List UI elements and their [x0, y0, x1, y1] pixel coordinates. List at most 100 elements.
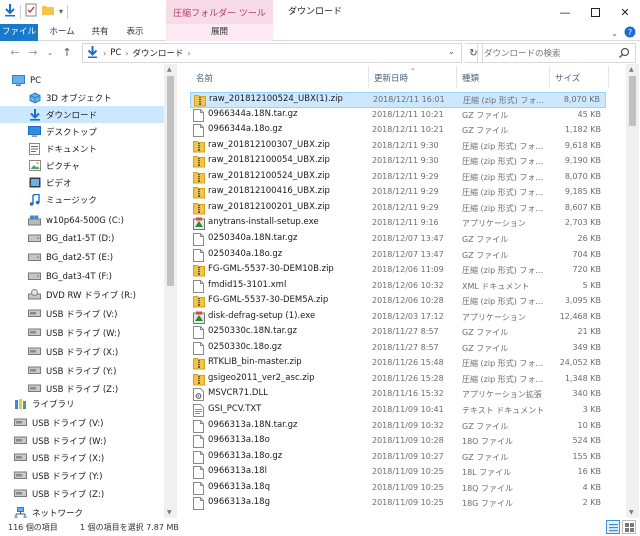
nav-item[interactable]: USB ドライブ (V:) — [0, 414, 164, 431]
file-row[interactable]: GSI_PCV.TXT 2018/11/09 10:41 テキスト ドキュメント 3 … — [190, 403, 606, 419]
nav-item[interactable]: ダウンロード — [0, 106, 164, 123]
nav-item[interactable]: USB ドライブ (V:) — [0, 305, 164, 322]
file-row[interactable]: 0250340a.18o.gz 2018/12/07 13:47 GZ ファイル 70… — [190, 248, 606, 264]
forward-arrow-icon[interactable]: → — [26, 45, 40, 61]
file-date: 2018/12/11 9:16 — [372, 218, 439, 228]
nav-item[interactable]: USB ドライブ (W:) — [0, 432, 164, 449]
nav-item[interactable]: USB ドライブ (Y:) — [0, 467, 164, 484]
breadcrumb-downloads[interactable]: ダウンロード — [132, 47, 183, 59]
file-row[interactable]: raw_201812100524_UBX(1).zip 2018/12/11 16… — [190, 92, 606, 108]
nav-item[interactable]: BG_dat2-5T (E:) — [0, 249, 164, 266]
nav-item[interactable]: ミュージック — [0, 191, 164, 208]
tab-file[interactable]: ファイル — [0, 24, 38, 41]
file-row[interactable]: FG-GML-5537-30-DEM10B.zip 2018/12/06 11:0… — [190, 263, 606, 279]
tab-view[interactable]: 表示 — [120, 24, 150, 41]
new-folder-icon[interactable] — [41, 4, 55, 19]
nav-item[interactable]: w10p64-500G (C:) — [0, 212, 164, 229]
column-header-name[interactable]: 名前 — [196, 72, 213, 84]
properties-icon[interactable] — [25, 3, 37, 20]
nav-item[interactable]: BG_dat3-4T (F:) — [0, 268, 164, 285]
large-icons-view-icon[interactable] — [622, 520, 636, 534]
navigation-scrollbar[interactable]: ▲ ▼ — [164, 64, 177, 518]
file-row[interactable]: 0966313a.18g 2018/11/09 10:25 18G ファイル 2 KB — [190, 496, 606, 512]
file-row[interactable]: 0250330c.18o.gz 2018/11/27 8:57 GZ ファイル 349… — [190, 341, 606, 357]
text-file-icon — [193, 404, 204, 417]
details-view-icon[interactable] — [606, 520, 620, 534]
file-type: テキスト ドキュメント — [462, 406, 545, 415]
compressed-folder-tools-tab[interactable]: 圧縮フォルダー ツール — [166, 0, 273, 24]
nav-item[interactable]: USB ドライブ (X:) — [0, 343, 164, 360]
column-header-size[interactable]: サイズ — [555, 72, 580, 84]
scroll-down-arrow-icon[interactable]: ▼ — [629, 509, 634, 516]
nav-item[interactable]: USB ドライブ (Y:) — [0, 362, 164, 379]
back-arrow-icon[interactable]: ← — [8, 45, 22, 61]
nav-item[interactable]: 3D オブジェクト — [0, 89, 164, 106]
tab-share[interactable]: 共有 — [86, 24, 114, 41]
breadcrumb-chevron-icon[interactable]: › — [125, 49, 128, 58]
file-row[interactable]: 0966313a.18N.tar.gz 2018/11/09 10:32 GZ ファ… — [190, 419, 606, 435]
minimize-icon[interactable]: — — [550, 0, 580, 24]
address-history-chevron-icon[interactable]: ⌄ — [448, 47, 455, 56]
quick-access-down-arrow-icon[interactable] — [4, 3, 16, 20]
address-bar[interactable]: › PC › ダウンロード › — [82, 43, 462, 63]
file-row[interactable]: 0966313a.18o.gz 2018/11/09 10:27 GZ ファイル 15… — [190, 450, 606, 466]
file-row[interactable]: MSVCR71.DLL 2018/11/16 15:32 アプリケーション拡張 340… — [190, 387, 606, 403]
nav-item[interactable]: USB ドライブ (W:) — [0, 324, 164, 341]
up-arrow-icon[interactable]: ↑ — [60, 45, 74, 61]
nav-item[interactable]: デスクトップ — [0, 123, 164, 140]
file-row[interactable]: 0250330c.18N.tar.gz 2018/11/27 8:57 GZ ファイ… — [190, 325, 606, 341]
scroll-down-arrow-icon[interactable]: ▼ — [167, 509, 172, 516]
file-row[interactable]: 0966313a.18o 2018/11/09 10:28 18O ファイル 524 … — [190, 434, 606, 450]
file-name: gsigeo2011_ver2_asc.zip — [208, 372, 315, 383]
nav-item[interactable]: ドキュメント — [0, 140, 164, 157]
file-row[interactable]: anytrans-install-setup.exe 2018/12/11 9:1… — [190, 216, 606, 232]
file-list-scrollbar[interactable]: ▲ ▼ — [626, 64, 639, 518]
breadcrumb-chevron-icon[interactable]: › — [187, 49, 190, 58]
customize-qat-chevron-icon[interactable]: ▾ — [59, 7, 63, 16]
file-row[interactable]: FG-GML-5537-30-DEM5A.zip 2018/12/06 10:28… — [190, 294, 606, 310]
file-row[interactable]: 0966344a.18N.tar.gz 2018/12/11 10:21 GZ ファ… — [190, 108, 606, 124]
file-row[interactable]: RTKLIB_bin-master.zip 2018/11/26 15:48 圧縮 … — [190, 356, 606, 372]
expand-ribbon-chevron-icon[interactable]: ⌄ — [611, 29, 618, 38]
file-row[interactable]: disk-defrag-setup (1).exe 2018/12/03 17:1… — [190, 310, 606, 326]
nav-item[interactable]: ネットワーク — [0, 504, 164, 518]
file-row[interactable]: raw_201812100054_UBX.zip 2018/12/11 9:30 圧… — [190, 154, 606, 170]
help-icon[interactable]: ? — [624, 26, 636, 41]
breadcrumb-pc[interactable]: PC — [110, 48, 121, 58]
navigation-scroll-thumb[interactable] — [167, 76, 174, 286]
scroll-up-arrow-icon[interactable]: ▲ — [167, 66, 172, 73]
column-header-date[interactable]: 更新日時 — [374, 72, 408, 84]
file-row[interactable]: raw_201812100524_UBX.zip 2018/12/11 9:29 圧… — [190, 170, 606, 186]
scroll-up-arrow-icon[interactable]: ▲ — [629, 66, 634, 73]
nav-item[interactable]: ピクチャ — [0, 157, 164, 174]
column-header-type[interactable]: 種類 — [462, 72, 479, 84]
nav-item[interactable]: DVD RW ドライブ (R:) — [0, 286, 164, 303]
file-row[interactable]: 0250340a.18N.tar.gz 2018/12/07 13:47 GZ ファ… — [190, 232, 606, 248]
file-row[interactable]: 0966313a.18l 2018/11/09 10:25 18L ファイル 16 K… — [190, 465, 606, 481]
nav-item[interactable]: USB ドライブ (X:) — [0, 449, 164, 466]
file-row[interactable]: fmdid15-3101.xml 2018/12/06 10:32 XML ドキュメ… — [190, 279, 606, 295]
file-row[interactable]: 0966344a.18o.gz 2018/12/11 10:21 GZ ファイル 1,… — [190, 123, 606, 139]
nav-item[interactable]: ライブラリ — [0, 395, 164, 412]
file-row[interactable]: 0966313a.18q 2018/11/09 10:25 18Q ファイル 4 KB — [190, 481, 606, 497]
nav-item[interactable]: ビデオ — [0, 174, 164, 191]
nav-item[interactable]: PC — [0, 72, 164, 89]
column-divider[interactable] — [608, 66, 609, 88]
column-divider[interactable] — [368, 66, 369, 88]
close-icon[interactable]: ✕ — [610, 0, 640, 24]
file-row[interactable]: raw_201812100307_UBX.zip 2018/12/11 9:30 圧… — [190, 139, 606, 155]
nav-item[interactable]: BG_dat1-5T (D:) — [0, 230, 164, 247]
file-row[interactable]: raw_201812100416_UBX.zip 2018/12/11 9:29 圧… — [190, 185, 606, 201]
nav-item[interactable]: USB ドライブ (Z:) — [0, 485, 164, 502]
tab-home[interactable]: ホーム — [44, 24, 80, 41]
tab-extract[interactable]: 展開 — [166, 24, 273, 41]
column-divider[interactable] — [456, 66, 457, 88]
file-list-scroll-thumb[interactable] — [629, 76, 636, 126]
column-divider[interactable] — [549, 66, 550, 88]
recent-locations-chevron-icon[interactable]: ⌄ — [43, 45, 57, 61]
file-row[interactable]: raw_201812100201_UBX.zip 2018/12/11 9:29 圧… — [190, 201, 606, 217]
maximize-icon[interactable] — [580, 0, 610, 24]
breadcrumb-chevron-icon[interactable]: › — [103, 49, 106, 58]
search-box[interactable]: ダウンロードの検索 — [477, 43, 636, 63]
file-row[interactable]: gsigeo2011_ver2_asc.zip 2018/11/26 15:28 圧… — [190, 372, 606, 388]
